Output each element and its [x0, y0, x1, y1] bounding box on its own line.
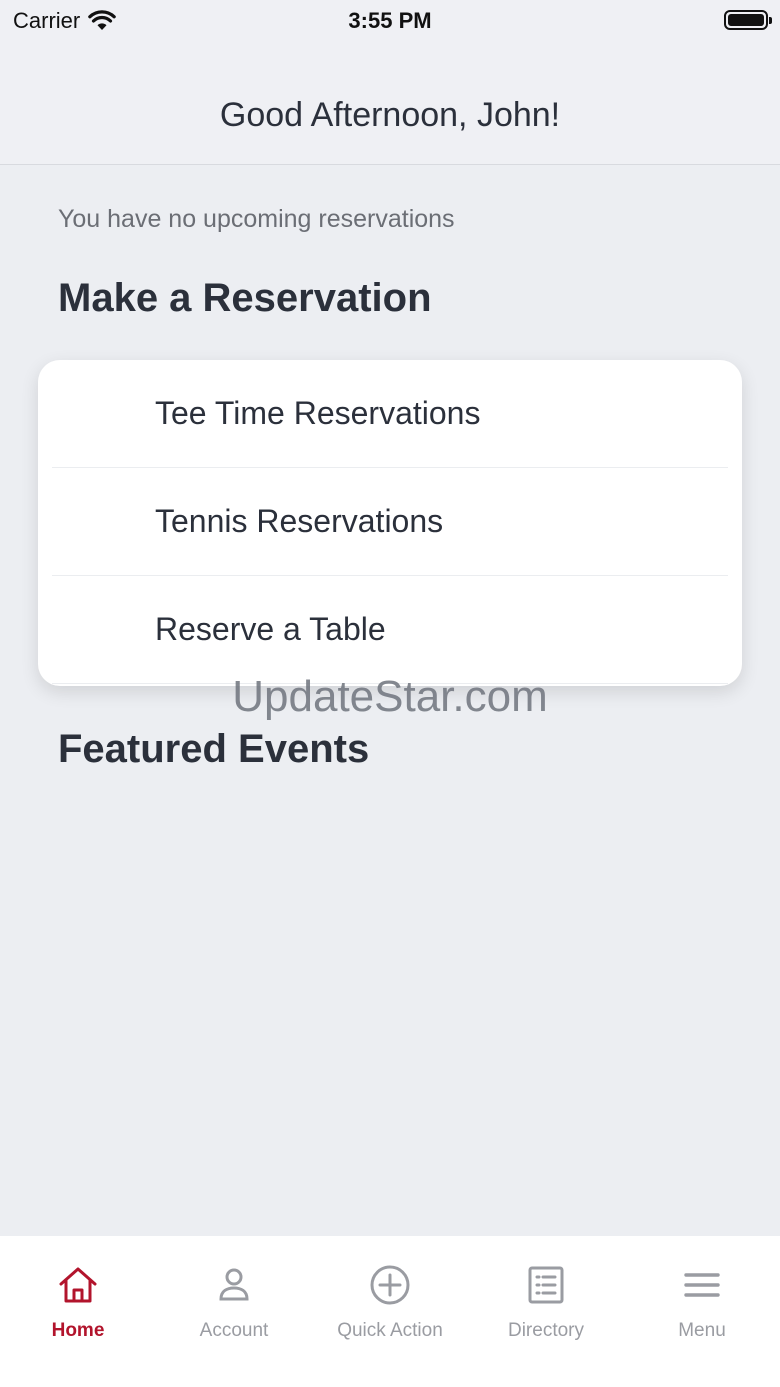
make-reservation-heading: Make a Reservation [58, 276, 432, 320]
list-icon [528, 1266, 564, 1304]
plus-circle-icon [370, 1265, 410, 1305]
tab-home[interactable]: Home [0, 1264, 156, 1354]
reserve-table-option[interactable]: Reserve a Table [52, 576, 728, 684]
tab-menu-label: Menu [678, 1320, 726, 1341]
battery-icon [724, 10, 772, 30]
featured-events-heading: Featured Events [58, 727, 370, 771]
home-icon [59, 1267, 97, 1303]
person-icon [219, 1268, 249, 1301]
status-time: 3:55 PM [348, 8, 432, 33]
tab-menu[interactable]: Menu [624, 1264, 780, 1354]
tennis-reservations-option[interactable]: Tennis Reservations [52, 468, 728, 576]
battery-fill [728, 14, 764, 26]
no-reservations-text: You have no upcoming reservations [58, 205, 455, 233]
reservation-options-card: Tee Time Reservations Tennis Reservation… [38, 360, 742, 686]
tab-home-label: Home [51, 1320, 105, 1341]
hamburger-icon [684, 1273, 720, 1297]
watermark: UpdateStar.com [232, 672, 548, 721]
tab-bar: Home Account Quick Action Directory Menu [0, 1236, 780, 1387]
tee-time-reservations-option[interactable]: Tee Time Reservations [52, 360, 728, 468]
tab-directory-label: Directory [507, 1320, 584, 1341]
greeting-title: Good Afternoon, John! [219, 96, 561, 134]
header: Good Afternoon, John! [0, 40, 780, 165]
tab-account-label: Account [199, 1320, 269, 1341]
status-bar: Carrier 3:55 PM [0, 0, 780, 40]
tab-directory[interactable]: Directory [468, 1264, 624, 1354]
tab-quick-action[interactable]: Quick Action [312, 1264, 468, 1354]
tab-quick-action-label: Quick Action [337, 1320, 443, 1341]
tab-account[interactable]: Account [156, 1264, 312, 1354]
